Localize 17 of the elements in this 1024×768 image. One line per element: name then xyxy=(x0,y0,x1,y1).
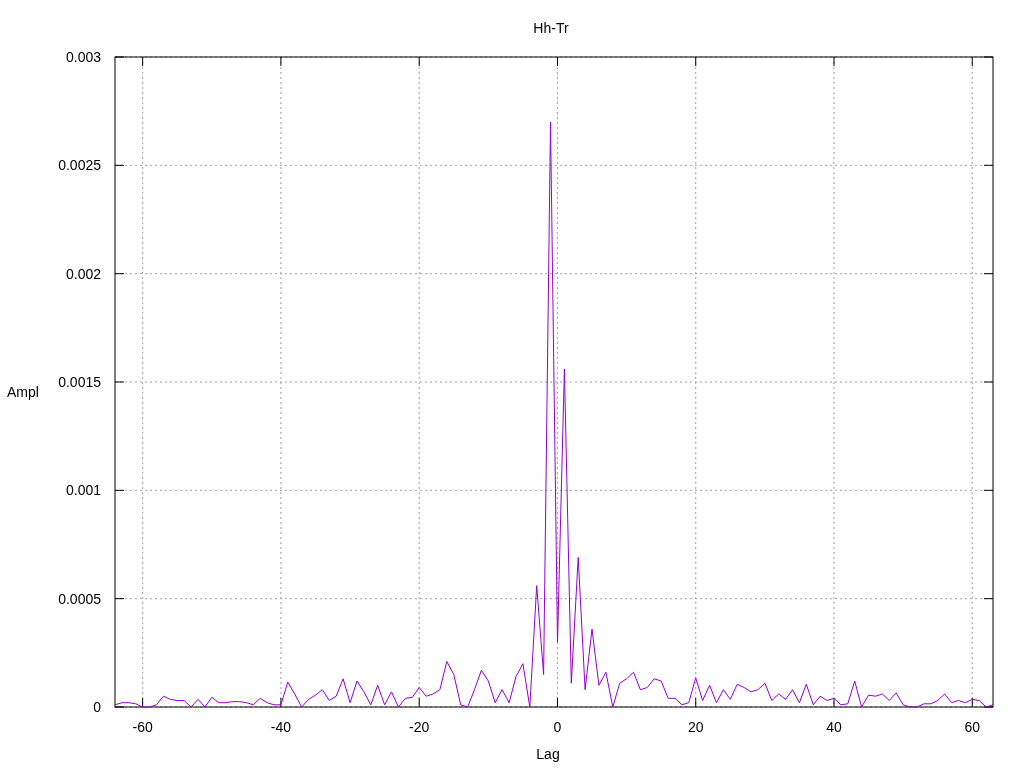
x-tick-label: 60 xyxy=(964,719,981,735)
y-tick-label: 0.002 xyxy=(65,265,101,282)
y-tick-label: 0 xyxy=(93,699,101,715)
y-tick-label: 0.0025 xyxy=(58,157,101,174)
y-tick-label: 0.0005 xyxy=(58,590,101,607)
x-tick-label: -40 xyxy=(270,719,292,735)
x-tick-label: 40 xyxy=(826,719,842,735)
y-axis-label: Ampl xyxy=(7,384,39,400)
x-tick-label: -20 xyxy=(409,719,430,735)
x-tick-label: -60 xyxy=(132,719,153,735)
x-axis-label: Lag xyxy=(536,746,560,762)
y-tick-label: 0.0015 xyxy=(58,374,101,390)
y-tick-label: 0.003 xyxy=(65,49,101,65)
chart-title: Hh-Tr xyxy=(533,20,569,36)
x-tick-label: 20 xyxy=(687,719,704,735)
x-tick-label: 0 xyxy=(553,719,562,735)
y-tick-label: 0.001 xyxy=(65,482,101,499)
